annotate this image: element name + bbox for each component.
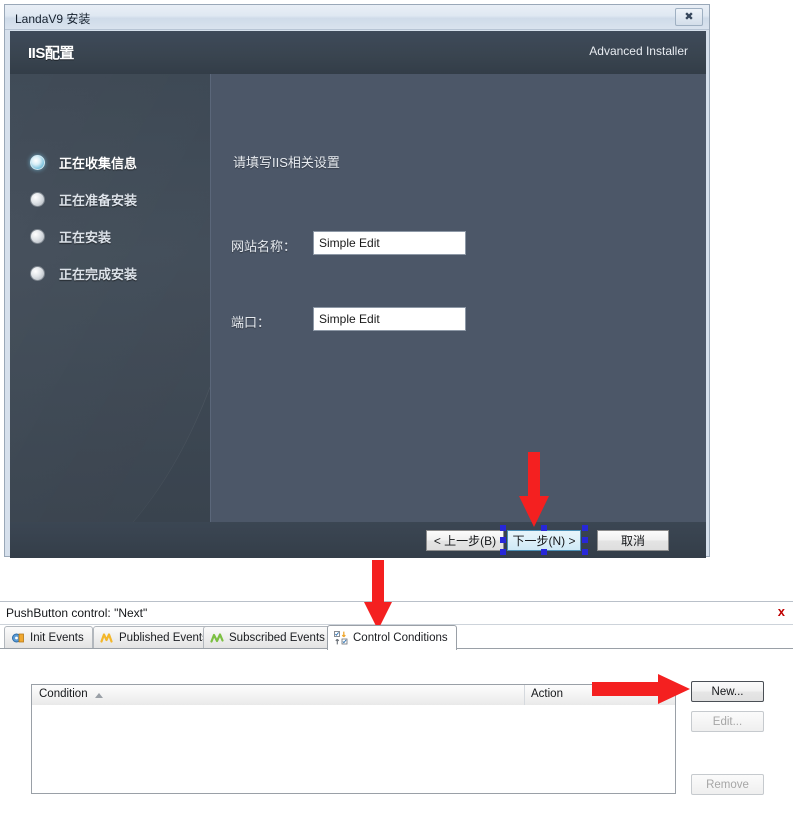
- step-label: 正在安装: [59, 230, 112, 245]
- step-label: 正在准备安装: [59, 193, 138, 208]
- installer-sidebar: 正在收集信息 正在准备安装 正在安装 正在完成安装: [10, 74, 210, 522]
- tab-label: Published Events: [119, 632, 208, 644]
- window-title: LandaV9 安装: [15, 12, 91, 26]
- edit-button: Edit...: [691, 711, 764, 732]
- tab-subscribed-events[interactable]: Subscribed Events: [203, 626, 334, 649]
- installer-main-panel: 请填写IIS相关设置 网站名称： 端口：: [210, 74, 706, 522]
- active-tab-connector: [328, 648, 450, 650]
- tab-label: Init Events: [30, 632, 84, 644]
- site-name-input[interactable]: [313, 231, 466, 255]
- cancel-button[interactable]: 取消: [597, 530, 669, 551]
- step-item-installing: 正在安装: [30, 220, 205, 253]
- step-label: 正在收集信息: [59, 156, 138, 171]
- instruction-text: 请填写IIS相关设置: [233, 155, 340, 170]
- column-header-condition[interactable]: Condition: [39, 688, 88, 700]
- close-icon[interactable]: x: [778, 605, 785, 619]
- install-steps-list: 正在收集信息 正在准备安装 正在安装 正在完成安装: [30, 146, 205, 294]
- properties-panel-title: PushButton control: "Next": [6, 606, 148, 620]
- published-events-icon: [100, 631, 114, 645]
- close-button[interactable]: ✖: [675, 8, 703, 26]
- control-properties-panel: PushButton control: "Next" x Init Events: [0, 601, 793, 823]
- port-input[interactable]: [313, 307, 466, 331]
- selection-handle-bottom-right[interactable]: [582, 549, 588, 555]
- close-icon: ✖: [684, 10, 694, 23]
- step-bullet-icon: [30, 192, 45, 207]
- site-name-label: 网站名称：: [231, 239, 297, 254]
- step-item-collecting-info: 正在收集信息: [30, 146, 205, 179]
- step-item-finishing-install: 正在完成安装: [30, 257, 205, 290]
- field-row-port: 端口：: [231, 307, 691, 333]
- tab-init-events[interactable]: Init Events: [4, 626, 93, 649]
- port-label: 端口：: [231, 315, 271, 330]
- screen-root: LandaV9 安装 ✖ IIS配置 Advanced Installer 正在…: [0, 0, 793, 823]
- remove-button: Remove: [691, 774, 764, 795]
- selection-handle-middle-right[interactable]: [582, 537, 588, 543]
- selection-handle-top-right[interactable]: [582, 525, 588, 531]
- step-item-preparing-install: 正在准备安装: [30, 183, 205, 216]
- init-events-icon: [11, 631, 25, 645]
- properties-panel-header: PushButton control: "Next" x: [0, 602, 793, 625]
- step-bullet-icon: [30, 155, 45, 170]
- brand-label: Advanced Installer: [589, 44, 688, 58]
- installer-window: LandaV9 安装 ✖ IIS配置 Advanced Installer 正在…: [4, 4, 710, 558]
- step-label: 正在完成安装: [59, 267, 138, 282]
- installer-body: 正在收集信息 正在准备安装 正在安装 正在完成安装 请填写IIS相关设置 网站名…: [10, 74, 706, 522]
- field-row-site-name: 网站名称：: [231, 231, 691, 257]
- properties-tabs: Init Events Published Events Subscribed …: [0, 625, 793, 650]
- page-title: IIS配置: [28, 45, 74, 62]
- step-bullet-icon: [30, 266, 45, 281]
- control-conditions-icon: [334, 631, 348, 645]
- conditions-table[interactable]: Condition Action: [31, 684, 676, 794]
- next-button[interactable]: 下一步(N) >: [507, 530, 581, 551]
- tab-label: Control Conditions: [353, 632, 448, 644]
- installer-titlebar: LandaV9 安装 ✖: [5, 5, 709, 30]
- tab-published-events[interactable]: Published Events: [93, 626, 217, 649]
- sort-ascending-icon: [95, 693, 103, 698]
- table-header-row: Condition Action: [32, 685, 675, 706]
- step-bullet-icon: [30, 229, 45, 244]
- table-body-empty[interactable]: [32, 705, 675, 793]
- installer-header-band: IIS配置 Advanced Installer: [10, 31, 706, 74]
- tab-label: Subscribed Events: [229, 632, 325, 644]
- installer-footer-bar: < 上一步(B) 下一步(N) > 取消: [10, 522, 706, 558]
- back-button[interactable]: < 上一步(B): [426, 530, 504, 551]
- column-header-action[interactable]: Action: [531, 688, 563, 700]
- sidebar-decoration: [10, 74, 210, 522]
- new-button[interactable]: New...: [691, 681, 764, 702]
- tab-control-conditions[interactable]: Control Conditions: [327, 625, 457, 650]
- subscribed-events-icon: [210, 631, 224, 645]
